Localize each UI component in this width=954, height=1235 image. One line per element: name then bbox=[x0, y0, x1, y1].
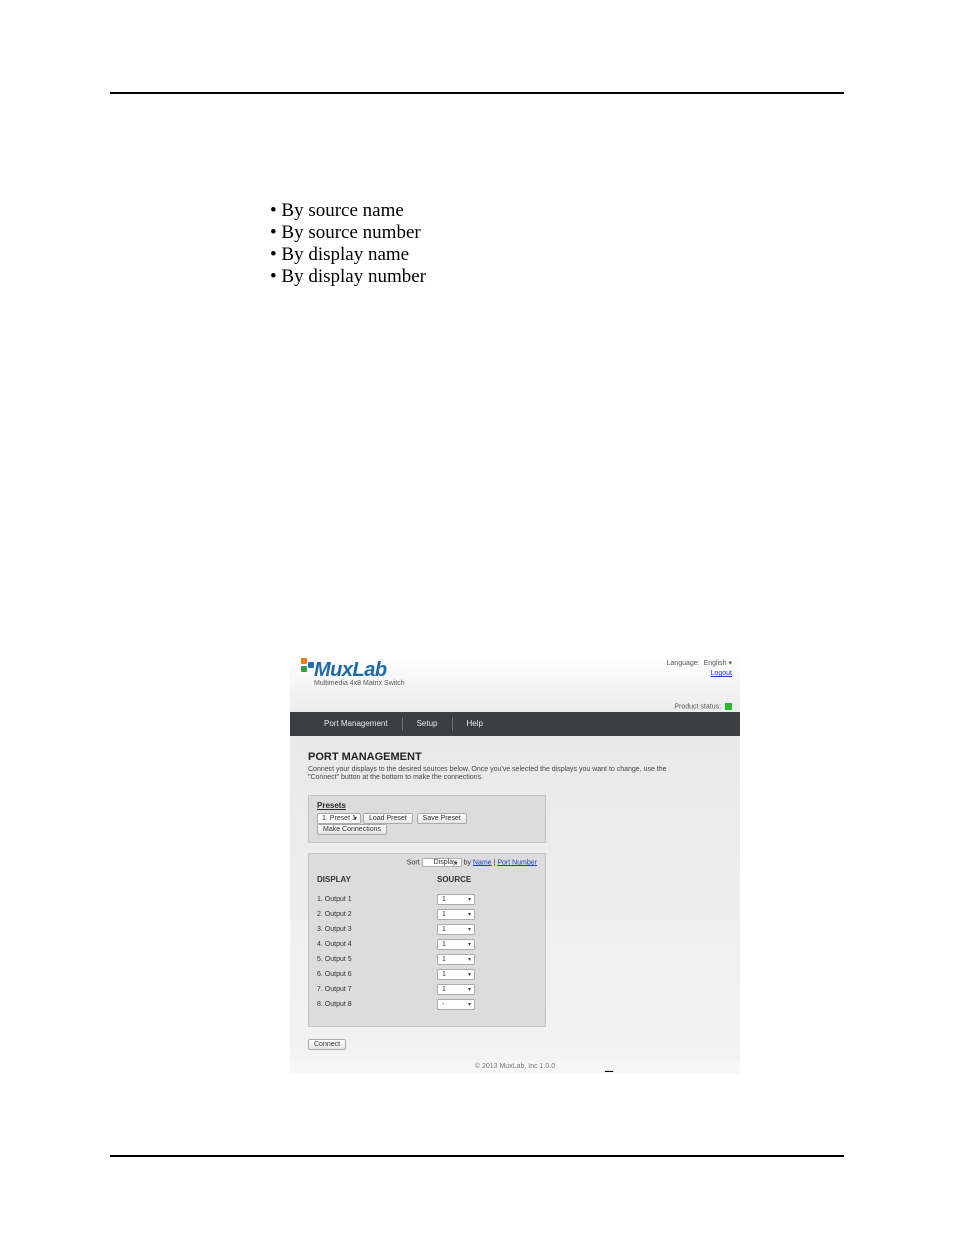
nav-bar: Port Management Setup Help bbox=[290, 712, 740, 736]
list-item: By display name bbox=[270, 244, 844, 266]
app-header: Language: English ▾ Logout Product statu… bbox=[290, 655, 740, 712]
nav-port-management[interactable]: Port Management bbox=[310, 717, 403, 731]
presets-title: Presets bbox=[317, 801, 537, 810]
table-row: 1. Output 1 1 bbox=[317, 892, 537, 907]
display-cell: 2. Output 2 bbox=[317, 911, 437, 918]
load-preset-button[interactable]: Load Preset bbox=[363, 813, 413, 824]
product-status: Product status: bbox=[674, 703, 732, 710]
bottom-horizontal-rule bbox=[110, 1155, 844, 1157]
nav-setup[interactable]: Setup bbox=[403, 717, 453, 731]
table-row: 3. Output 3 1 bbox=[317, 922, 537, 937]
language-row: Language: English ▾ bbox=[667, 659, 732, 667]
display-cell: 6. Output 6 bbox=[317, 971, 437, 978]
table-row: 4. Output 4 1 bbox=[317, 937, 537, 952]
language-label: Language: bbox=[667, 660, 700, 667]
list-item: By source name bbox=[270, 200, 844, 222]
page-title: PORT MANAGEMENT bbox=[308, 751, 722, 763]
table-row: 2. Output 2 1 bbox=[317, 907, 537, 922]
display-cell: 5. Output 5 bbox=[317, 956, 437, 963]
presets-box: Presets 1. Preset 1 Load Preset Save Pre… bbox=[308, 795, 546, 843]
connect-button-row: Connect bbox=[308, 1039, 722, 1050]
display-cell: 7. Output 7 bbox=[317, 986, 437, 993]
source-select[interactable]: 1 bbox=[437, 894, 475, 905]
source-select[interactable]: 1 bbox=[437, 954, 475, 965]
source-select[interactable]: 1 bbox=[437, 924, 475, 935]
source-select[interactable]: - bbox=[437, 999, 475, 1010]
make-connections-button[interactable]: Make Connections bbox=[317, 824, 387, 835]
sort-port-link[interactable]: Port Number bbox=[497, 859, 537, 866]
display-cell: 1. Output 1 bbox=[317, 896, 437, 903]
logo-subtitle: Multimedia 4x8 Matrix Switch bbox=[314, 680, 418, 687]
chevron-down-icon: ▾ bbox=[728, 660, 732, 667]
logo-icon bbox=[301, 658, 319, 672]
sort-by-label: by bbox=[464, 859, 471, 866]
table: DISPLAY SOURCE 1. Output 1 1 2. Output 2… bbox=[317, 875, 537, 1012]
display-cell: 4. Output 4 bbox=[317, 941, 437, 948]
save-preset-button[interactable]: Save Preset bbox=[417, 813, 467, 824]
table-header: DISPLAY SOURCE bbox=[317, 875, 537, 884]
status-label: Product status: bbox=[674, 703, 721, 710]
sort-select[interactable]: Display bbox=[422, 858, 462, 867]
app-footer: © 2013 MuxLab, Inc 1.0.0 bbox=[290, 1060, 740, 1073]
source-select[interactable]: 1 bbox=[437, 909, 475, 920]
app-screenshot: Language: English ▾ Logout Product statu… bbox=[290, 655, 740, 1050]
port-table: Sort Display by Name | Port Number DISPL… bbox=[308, 853, 546, 1027]
brand-logo: MuxLab Multimedia 4x8 Matrix Switch bbox=[298, 659, 418, 687]
language-value: English bbox=[704, 660, 727, 667]
display-cell: 8. Output 8 bbox=[317, 1001, 437, 1008]
language-select[interactable]: English ▾ bbox=[704, 659, 732, 667]
display-cell: 3. Output 3 bbox=[317, 926, 437, 933]
main-panel: PORT MANAGEMENT Connect your displays to… bbox=[290, 736, 740, 1060]
top-horizontal-rule bbox=[110, 92, 844, 94]
logout-link[interactable]: Logout bbox=[711, 670, 732, 677]
preset-select[interactable]: 1. Preset 1 bbox=[317, 813, 361, 824]
table-row: 6. Output 6 1 bbox=[317, 967, 537, 982]
table-row: 7. Output 7 1 bbox=[317, 982, 537, 997]
page-description: Connect your displays to the desired sou… bbox=[308, 766, 698, 783]
column-header-source: SOURCE bbox=[437, 875, 537, 884]
column-header-display: DISPLAY bbox=[317, 875, 437, 884]
nav-help[interactable]: Help bbox=[453, 717, 497, 731]
sort-label: Sort bbox=[407, 859, 420, 866]
source-select[interactable]: 1 bbox=[437, 984, 475, 995]
sort-controls: Sort Display by Name | Port Number bbox=[317, 858, 537, 867]
table-row: 5. Output 5 1 bbox=[317, 952, 537, 967]
source-select[interactable]: 1 bbox=[437, 939, 475, 950]
sort-name-link[interactable]: Name bbox=[473, 859, 492, 866]
list-item: By display number bbox=[270, 266, 844, 288]
figure-dash: – bbox=[605, 1062, 613, 1080]
status-indicator-icon bbox=[725, 703, 732, 710]
bullet-list: By source name By source number By displ… bbox=[270, 200, 844, 287]
connect-button[interactable]: Connect bbox=[308, 1039, 346, 1050]
logo-text: MuxLab bbox=[314, 659, 418, 682]
list-item: By source number bbox=[270, 222, 844, 244]
source-select[interactable]: 1 bbox=[437, 969, 475, 980]
table-row: 8. Output 8 - bbox=[317, 997, 537, 1012]
